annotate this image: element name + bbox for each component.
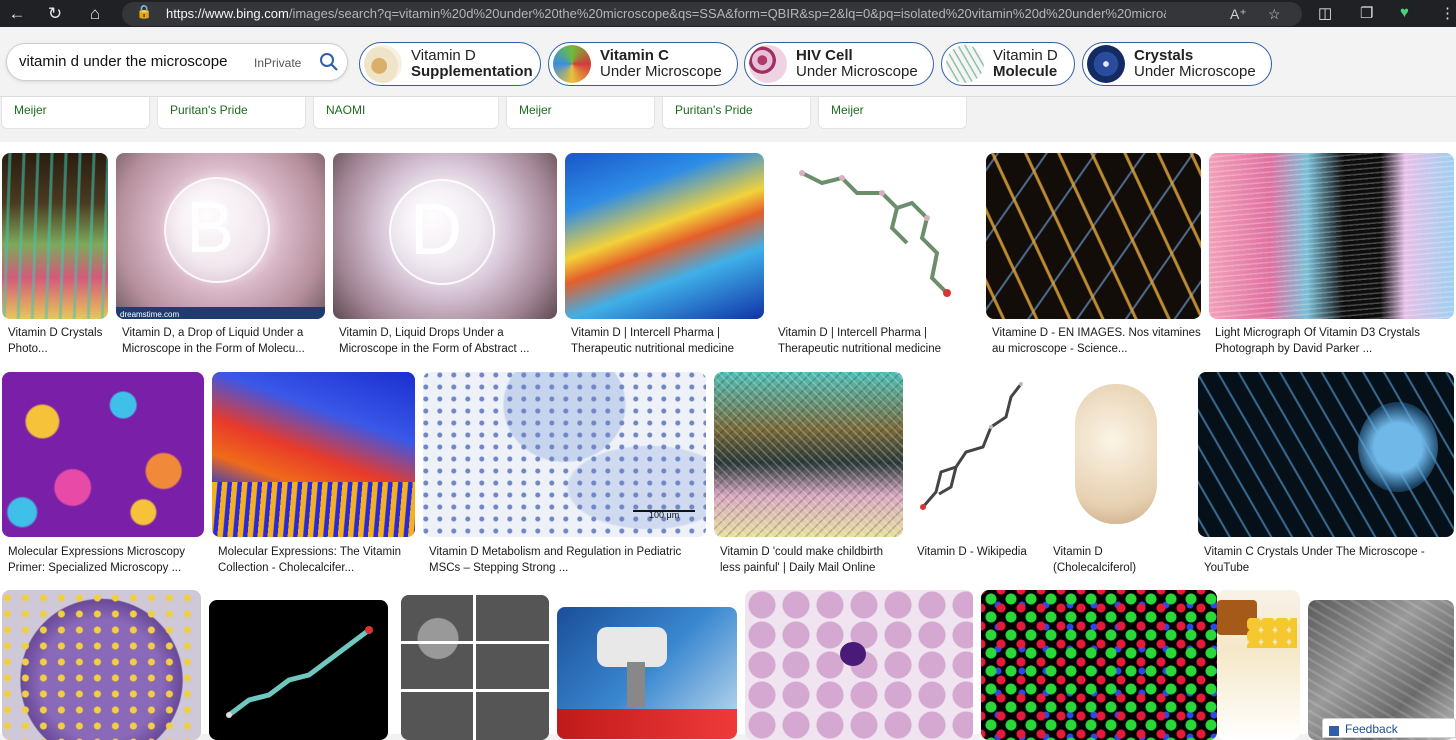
- result-image[interactable]: [1209, 153, 1454, 319]
- collections-icon[interactable]: ❐: [1360, 4, 1373, 22]
- result-image[interactable]: B dreamstime.com: [116, 153, 325, 319]
- shopping-card[interactable]: Meijer: [506, 97, 655, 129]
- watermark-text: dreamstime.com: [120, 310, 180, 319]
- split-screen-icon[interactable]: ◫: [1318, 4, 1332, 22]
- result-image[interactable]: [772, 153, 974, 319]
- result-caption[interactable]: Vitamin D, Liquid Drops Under a Microscop…: [339, 325, 554, 357]
- search-input[interactable]: [19, 53, 244, 70]
- shopping-card[interactable]: Puritan's Pride: [662, 97, 811, 129]
- result-image[interactable]: [209, 600, 388, 740]
- image-result[interactable]: [2, 590, 201, 740]
- image-result[interactable]: D Vitamin D, Liquid Drops Under a Microsc…: [333, 153, 557, 363]
- letter-b-label: B: [186, 188, 235, 268]
- image-result[interactable]: [557, 607, 737, 739]
- image-result[interactable]: [745, 590, 973, 740]
- result-image[interactable]: 100 μm: [423, 372, 706, 537]
- related-chip-vitamin-c-under-microscope[interactable]: Vitamin C Under Microscope: [548, 42, 738, 86]
- result-caption[interactable]: Vitamin D | Intercell Pharma | Therapeuti…: [778, 325, 973, 357]
- result-caption[interactable]: Vitamin D, a Drop of Liquid Under a Micro…: [122, 325, 322, 357]
- shopping-card[interactable]: Meijer: [1, 97, 150, 129]
- shopping-strip: Meijer Puritan's Pride NAOMI Meijer Puri…: [0, 97, 1456, 142]
- result-image[interactable]: [2, 153, 108, 319]
- favorite-star-icon[interactable]: ☆: [1268, 6, 1281, 23]
- image-result[interactable]: Light Micrograph Of Vitamin D3 Crystals P…: [1209, 153, 1454, 363]
- image-result[interactable]: B dreamstime.com Vitamin D, a Drop of Li…: [116, 153, 325, 363]
- image-result[interactable]: Vitamin D (Cholecalciferol): [1047, 372, 1190, 582]
- shopping-card[interactable]: NAOMI: [313, 97, 499, 129]
- result-image[interactable]: [212, 372, 415, 537]
- inprivate-label: InPrivate: [254, 56, 302, 70]
- image-result[interactable]: Molecular Expressions Microscopy Primer: …: [2, 372, 204, 582]
- result-image[interactable]: [981, 590, 1217, 740]
- result-caption[interactable]: Light Micrograph Of Vitamin D3 Crystals P…: [1215, 325, 1453, 357]
- back-icon[interactable]: ←: [6, 3, 28, 25]
- image-result[interactable]: Vitamin D | Intercell Pharma | Therapeuti…: [565, 153, 764, 363]
- image-result[interactable]: Vitamin D Crystals Photo...: [2, 153, 108, 363]
- image-result[interactable]: Vitamine D - EN IMAGES. Nos vitamines au …: [986, 153, 1201, 363]
- result-caption[interactable]: Vitamine D - EN IMAGES. Nos vitamines au …: [992, 325, 1202, 357]
- image-result[interactable]: 100 μm Vitamin D Metabolism and Regulati…: [423, 372, 706, 582]
- result-image[interactable]: [2, 372, 204, 537]
- image-result[interactable]: Vitamin D - Wikipedia: [911, 372, 1039, 582]
- search-box[interactable]: InPrivate: [6, 43, 348, 81]
- image-results-grid: Vitamin D Crystals Photo... B dreamstime.…: [0, 142, 1456, 740]
- related-chip-vitamin-d-supplementation[interactable]: Vitamin D Supplementation: [359, 42, 541, 86]
- result-image[interactable]: [911, 372, 1039, 537]
- result-image[interactable]: [1198, 372, 1454, 537]
- result-caption[interactable]: Vitamin D Metabolism and Regulation in P…: [429, 544, 707, 576]
- address-bar[interactable]: 🔒 https://www.bing.com/images/search?q=v…: [122, 2, 1302, 26]
- home-icon[interactable]: ⌂: [84, 3, 106, 25]
- image-result[interactable]: [209, 600, 388, 740]
- result-caption[interactable]: Vitamin D | Intercell Pharma | Therapeuti…: [571, 325, 763, 357]
- shopping-card[interactable]: Meijer: [818, 97, 967, 129]
- browser-essentials-icon[interactable]: ♥: [1400, 4, 1409, 21]
- result-caption[interactable]: Vitamin D Crystals Photo...: [8, 325, 108, 357]
- feedback-icon: [1329, 726, 1339, 736]
- refresh-icon[interactable]: ↻: [44, 3, 66, 25]
- image-result[interactable]: Vitamin D | Intercell Pharma | Therapeuti…: [772, 153, 974, 363]
- search-icon[interactable]: [319, 52, 339, 72]
- result-image[interactable]: [986, 153, 1201, 319]
- result-image[interactable]: [557, 607, 737, 739]
- scale-bar-label: 100 μm: [649, 510, 680, 520]
- result-image[interactable]: [1217, 590, 1300, 740]
- result-caption[interactable]: Vitamin D 'could make childbirth less pai…: [720, 544, 904, 576]
- result-image[interactable]: [745, 590, 973, 740]
- result-image[interactable]: D: [333, 153, 557, 319]
- chip-thumbnail: [553, 45, 591, 83]
- image-result[interactable]: Vitamin D 'could make childbirth less pai…: [714, 372, 903, 582]
- shopping-card[interactable]: Puritan's Pride: [157, 97, 306, 129]
- result-image[interactable]: [565, 153, 764, 319]
- related-chip-crystals-under-microscope[interactable]: Crystals Under Microscope: [1082, 42, 1272, 86]
- result-caption[interactable]: Molecular Expressions Microscopy Primer: …: [8, 544, 204, 576]
- chip-thumbnail: [946, 45, 984, 83]
- chip-thumbnail: [364, 45, 402, 83]
- result-caption[interactable]: Vitamin C Crystals Under The Microscope …: [1204, 544, 1454, 576]
- more-icon[interactable]: ⋮: [1440, 4, 1455, 22]
- feedback-button[interactable]: Feedback: [1322, 718, 1456, 738]
- result-caption[interactable]: Vitamin D (Cholecalciferol): [1053, 544, 1191, 576]
- result-image[interactable]: [1047, 372, 1190, 537]
- related-chip-vitamin-d-molecule[interactable]: Vitamin D Molecule: [941, 42, 1075, 86]
- lock-icon: 🔒: [136, 4, 153, 19]
- image-result[interactable]: [981, 590, 1217, 740]
- letter-d-label: D: [410, 190, 462, 270]
- chip-thumbnail: [749, 45, 787, 83]
- image-result[interactable]: [1217, 590, 1300, 740]
- image-result[interactable]: [401, 595, 549, 740]
- read-aloud-icon[interactable]: A⁺: [1230, 6, 1247, 23]
- search-header: InPrivate Vitamin DSupplementation Vitam…: [0, 27, 1456, 97]
- image-result[interactable]: Molecular Expressions: The Vitamin Collec…: [212, 372, 415, 582]
- result-image[interactable]: [401, 595, 549, 740]
- related-chip-hiv-cell-under-microscope[interactable]: HIV Cell Under Microscope: [744, 42, 934, 86]
- result-caption[interactable]: Molecular Expressions: The Vitamin Collec…: [218, 544, 416, 576]
- browser-toolbar: ← ↻ ⌂ 🔒 https://www.bing.com/images/sear…: [0, 0, 1456, 27]
- chip-thumbnail: [1087, 45, 1125, 83]
- result-caption[interactable]: Vitamin D - Wikipedia: [917, 544, 1041, 560]
- image-result[interactable]: Vitamin C Crystals Under The Microscope …: [1198, 372, 1454, 582]
- url-text[interactable]: https://www.bing.com/images/search?q=vit…: [166, 6, 1166, 21]
- result-image[interactable]: [2, 590, 201, 740]
- image-result[interactable]: [1308, 600, 1454, 740]
- result-image[interactable]: [714, 372, 903, 537]
